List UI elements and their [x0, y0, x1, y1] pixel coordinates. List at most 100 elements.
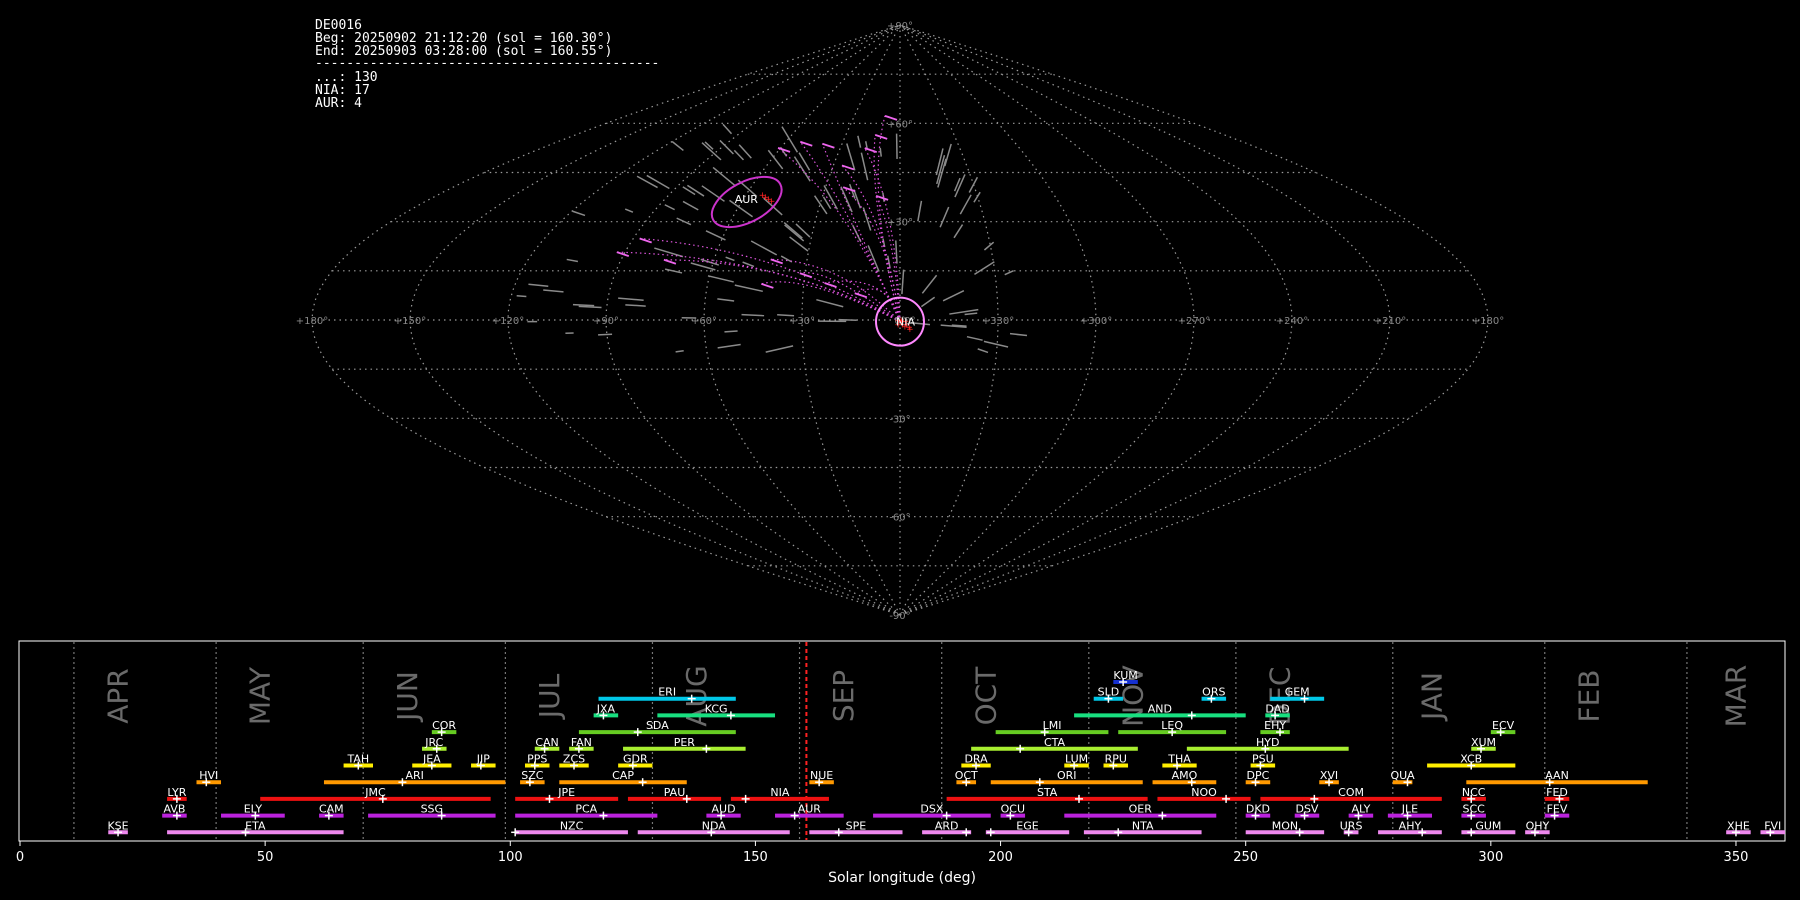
shower-label: JPE — [557, 786, 575, 799]
nia-meteor — [874, 133, 888, 140]
shower-label: JMC — [364, 786, 386, 799]
shower-label: QUA — [1390, 769, 1415, 782]
shower-label: GEM — [1285, 686, 1310, 699]
shower-label: ARD — [935, 819, 959, 832]
meteor-track — [983, 340, 1009, 348]
nia-meteor — [761, 283, 774, 289]
shower-label: OER — [1129, 803, 1153, 816]
shower-urs: URS — [1340, 819, 1363, 837]
shower-cor: COR — [431, 719, 456, 737]
shower-ncc: NCC — [1461, 786, 1486, 803]
shower-aly: ALY — [1348, 803, 1374, 820]
nia-meteor — [824, 282, 837, 288]
shower-lyr: LYR — [167, 786, 187, 803]
shower-fan: FAN — [569, 736, 594, 753]
shower-label: CAP — [612, 769, 634, 782]
shower-aan: AAN — [1466, 769, 1648, 787]
shower-label: JLE — [1401, 803, 1418, 816]
meteor-track — [846, 143, 856, 171]
shower-label: AND — [1148, 702, 1172, 715]
meteor-track — [624, 208, 634, 213]
shower-jip: JIP — [471, 753, 496, 770]
shower-pps: PPS — [524, 753, 550, 770]
radiant-sky-map: DE0016 Beg: 20250902 21:12:20 (sol = 160… — [296, 18, 1504, 622]
nia-meteor — [854, 292, 868, 299]
shower-label: EHY — [1264, 719, 1286, 732]
shower-xum: XUM — [1471, 736, 1496, 753]
aur-point: + — [768, 197, 776, 207]
shower-and: AND — [1074, 702, 1246, 720]
x-tick-label: 50 — [257, 850, 274, 865]
meteor-track — [951, 324, 967, 327]
shower-xvi: XVI — [1319, 769, 1339, 787]
shower-label: SZC — [521, 769, 544, 782]
shower-ori: ORI — [990, 769, 1143, 787]
nia-meteor — [842, 186, 856, 193]
shower-label: KCG — [705, 702, 728, 715]
nia-meteor — [875, 195, 889, 201]
month-dividers — [73, 642, 1688, 840]
shower-avb: AVB — [162, 803, 187, 820]
x-axis-label: Solar longitude (deg) — [828, 870, 976, 886]
shower-ocu: OCU — [1000, 803, 1026, 820]
separator: ----------------------------------------… — [315, 56, 659, 71]
shower-kcg: KCG — [657, 702, 776, 720]
shower-scc: SCC — [1461, 803, 1486, 820]
shower-label: HYD — [1256, 736, 1279, 749]
meteor-track — [733, 149, 745, 161]
aur-radiant-label: AUR — [735, 193, 759, 206]
shower-label: LEQ — [1161, 719, 1183, 732]
meteor-track — [860, 152, 869, 181]
meteor-track — [707, 275, 734, 283]
shower-sld: SLD — [1093, 686, 1124, 703]
shower-label: FED — [1546, 786, 1568, 799]
meteor-track — [964, 312, 978, 316]
shower-com: COM — [1260, 786, 1442, 803]
meteor-track — [572, 303, 595, 307]
meteor-track — [1009, 332, 1028, 337]
shower-jmc: JMC — [260, 786, 491, 803]
shower-tha: THA — [1162, 753, 1197, 770]
x-axis: 0 50 100 150 200 250 300 350 — [16, 841, 1748, 865]
meteor-track — [671, 140, 684, 152]
meteor-track — [944, 143, 952, 167]
shower-label: NTA — [1132, 819, 1154, 832]
shower-amo: AMO — [1152, 769, 1217, 787]
meteor-track — [853, 189, 862, 209]
month-label: AUG — [680, 665, 713, 726]
shower-jxa: JXA — [593, 702, 619, 720]
shower-dsv: DSV — [1294, 803, 1320, 820]
x-tick-label: 100 — [498, 850, 523, 865]
shower-label: ETA — [245, 819, 266, 832]
lon-label: +90° — [593, 316, 619, 327]
shower-label: DPC — [1247, 769, 1270, 782]
meteor-track — [646, 174, 670, 190]
nia-trajectory — [663, 259, 901, 323]
shower-kse: KSE — [107, 819, 129, 837]
shower-label: OCT — [955, 769, 978, 782]
shower-per: PER — [623, 736, 746, 753]
meteor-track — [664, 204, 675, 211]
shower-ecv: ECV — [1490, 719, 1516, 737]
month-label: MAY — [244, 666, 277, 725]
meteor-track — [857, 135, 862, 148]
month-labels: APR MAY JUN JUL AUG SEP OCT NOV DEC JAN FEB MAR — [102, 665, 1753, 728]
meteor-track — [719, 139, 734, 155]
x-tick-label: 0 — [16, 850, 24, 865]
shower-label: URS — [1340, 819, 1363, 832]
shower-jea: JEA — [412, 753, 452, 770]
shower-dkd: DKD — [1245, 803, 1271, 820]
meteor-track — [618, 297, 644, 302]
shower-label: AAN — [1545, 769, 1569, 782]
shower-aur: AUR — [775, 803, 844, 820]
shower-zcs: ZCS — [559, 753, 589, 770]
meteor-track — [974, 261, 995, 276]
shower-label: MON — [1272, 819, 1298, 832]
shower-label: ORS — [1202, 686, 1225, 699]
lat-label: -90° — [889, 611, 910, 622]
shower-label: EGE — [1016, 819, 1038, 832]
shower-label: THA — [1167, 753, 1191, 766]
meteor-track — [682, 200, 699, 211]
meteor-track — [717, 343, 741, 349]
meteor-track — [543, 289, 564, 293]
